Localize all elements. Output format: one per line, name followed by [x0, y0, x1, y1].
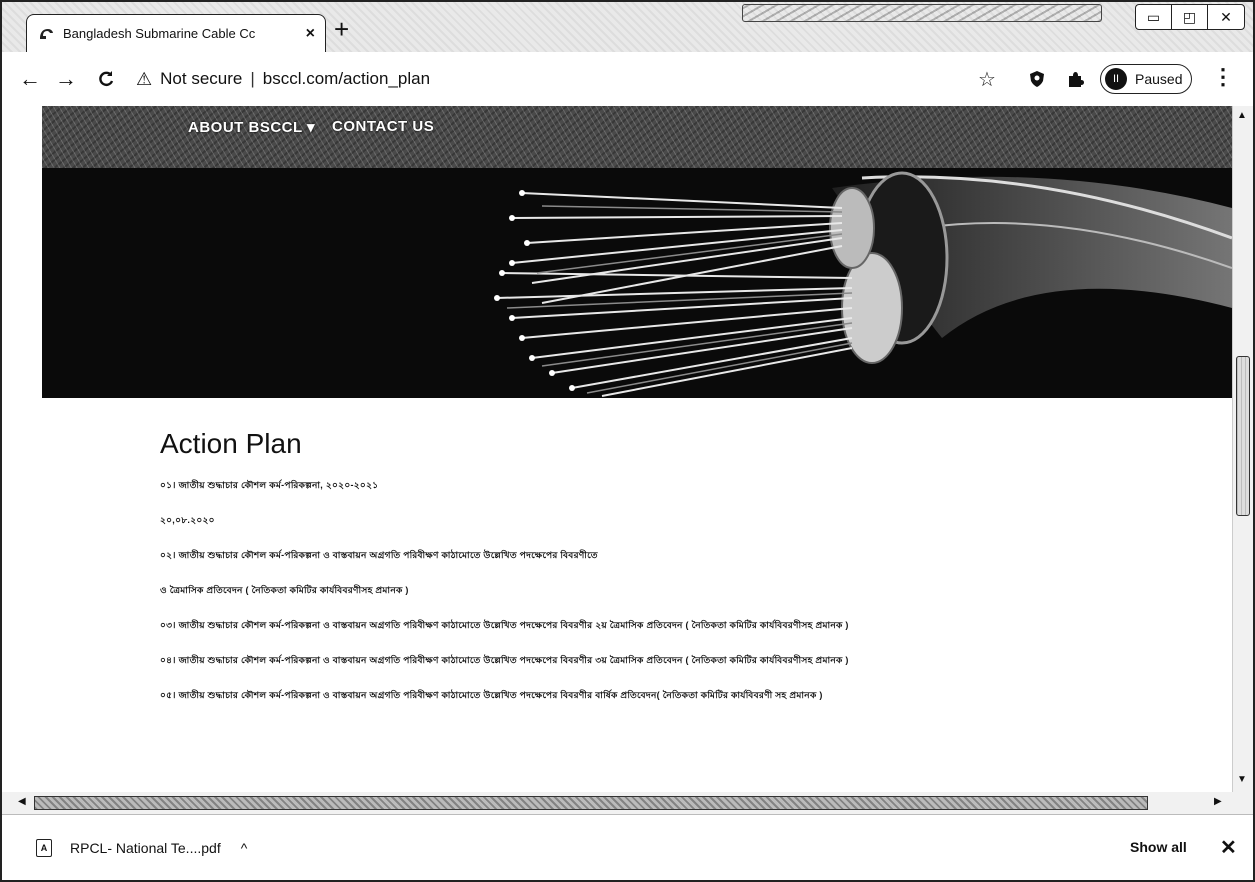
extensions-puzzle-icon[interactable] [1060, 64, 1090, 94]
document-link[interactable]: ০৫। জাতীয় শুদ্ধাচার কৌশল কর্ম-পরিকল্পনা… [160, 688, 1060, 700]
close-window-icon[interactable]: ✕ [1208, 5, 1244, 29]
forward-arrow-icon[interactable]: → [50, 63, 82, 95]
reload-icon[interactable] [90, 63, 122, 95]
restore-icon[interactable]: ◰ [1172, 5, 1208, 29]
document-link[interactable]: ০৩। জাতীয় শুদ্ধাচার কৌশল কর্ম-পরিকল্পনা… [160, 618, 1060, 630]
document-link[interactable]: ও ত্রৈমাসিক প্রতিবেদন ( নৈতিকতা কমিটির ক… [160, 583, 1060, 595]
page-title: Action Plan [160, 428, 302, 459]
scroll-up-arrow-icon[interactable]: ▲ [1237, 110, 1247, 121]
browser-toolbar: ← → ⚠ Not secure | bsccl.com/action_plan… [2, 52, 1253, 106]
scroll-left-arrow-icon[interactable]: ◀ [18, 796, 26, 807]
site-favicon-icon [40, 28, 53, 39]
minimize-icon[interactable]: ▭ [1136, 5, 1172, 29]
browser-tab[interactable]: Bangladesh Submarine Cable Cc × [26, 14, 326, 52]
tab-title: Bangladesh Submarine Cable Cc [63, 26, 256, 41]
profile-avatar: II [1105, 68, 1127, 90]
pdf-file-icon: A [36, 838, 52, 857]
warning-icon[interactable]: ⚠ [136, 69, 152, 90]
address-url: bsccl.com/action_plan [262, 69, 431, 88]
scroll-down-arrow-icon[interactable]: ▼ [1237, 774, 1247, 785]
site-navbar: ABOUT BSCCL ▾ CONTACT US [42, 106, 1232, 168]
menu-kebab-icon[interactable]: ⋮ [1212, 64, 1234, 90]
tab-strip: Bangladesh Submarine Cable Cc × + ▭ ◰ ✕ [2, 2, 1253, 52]
address-bar[interactable]: ⚠ Not secure | bsccl.com/action_plan [136, 62, 896, 96]
window-controls: ▭ ◰ ✕ [1135, 4, 1245, 30]
fiber-optic-cable-image [42, 168, 1232, 398]
main-content: Action Plan ০১। জাতীয় শুদ্ধাচার কৌশল কর… [160, 428, 1060, 723]
document-link[interactable]: ০১। জাতীয় শুদ্ধাচার কৌশল কর্ম-পরিকল্পনা… [160, 478, 1060, 490]
bookmark-star-icon[interactable]: ☆ [972, 64, 1002, 94]
scroll-right-arrow-icon[interactable]: ▶ [1214, 796, 1222, 807]
nav-contact-us[interactable]: CONTACT US [332, 118, 434, 135]
profile-status: Paused [1135, 71, 1183, 87]
document-date: ২০,০৮.২০২০ [160, 515, 215, 525]
nav-about-bsccl[interactable]: ABOUT BSCCL ▾ [188, 118, 315, 136]
page-viewport: ABOUT BSCCL ▾ CONTACT US Action Plan ০১।… [2, 106, 1232, 792]
address-separator: | [250, 69, 255, 88]
vertical-scrollbar[interactable]: ▲ ▼ [1232, 106, 1253, 792]
document-link[interactable]: ০৪। জাতীয় শুদ্ধাচার কৌশল কর্ম-পরিকল্পনা… [160, 653, 1060, 665]
chevron-up-icon[interactable]: ^ [241, 840, 248, 856]
horizontal-scrollbar[interactable]: ◀ ▶ [2, 792, 1253, 814]
profile-button[interactable]: II Paused [1100, 64, 1192, 94]
back-arrow-icon[interactable]: ← [14, 63, 46, 95]
horizontal-scroll-thumb[interactable] [34, 796, 1148, 810]
vertical-scroll-thumb[interactable] [1236, 356, 1250, 516]
new-tab-icon[interactable]: + [334, 16, 349, 42]
tab-close-icon[interactable]: × [306, 25, 315, 43]
security-status: Not secure [160, 69, 243, 88]
titlebar-decoration [742, 4, 1102, 22]
show-all-button[interactable]: Show all [1130, 839, 1187, 855]
shield-extension-icon[interactable] [1022, 64, 1052, 94]
hero-banner [42, 168, 1232, 398]
download-item[interactable]: A RPCL- National Te....pdf ^ [36, 838, 248, 857]
browser-window: Bangladesh Submarine Cable Cc × + ▭ ◰ ✕ … [0, 0, 1255, 882]
document-link[interactable]: ০২। জাতীয় শুদ্ধাচার কৌশল কর্ম-পরিকল্পনা… [160, 548, 1060, 560]
close-downloads-icon[interactable]: ✕ [1220, 835, 1237, 860]
download-file-name: RPCL- National Te....pdf [70, 839, 221, 856]
downloads-bar: A RPCL- National Te....pdf ^ Show all ✕ [2, 814, 1253, 880]
